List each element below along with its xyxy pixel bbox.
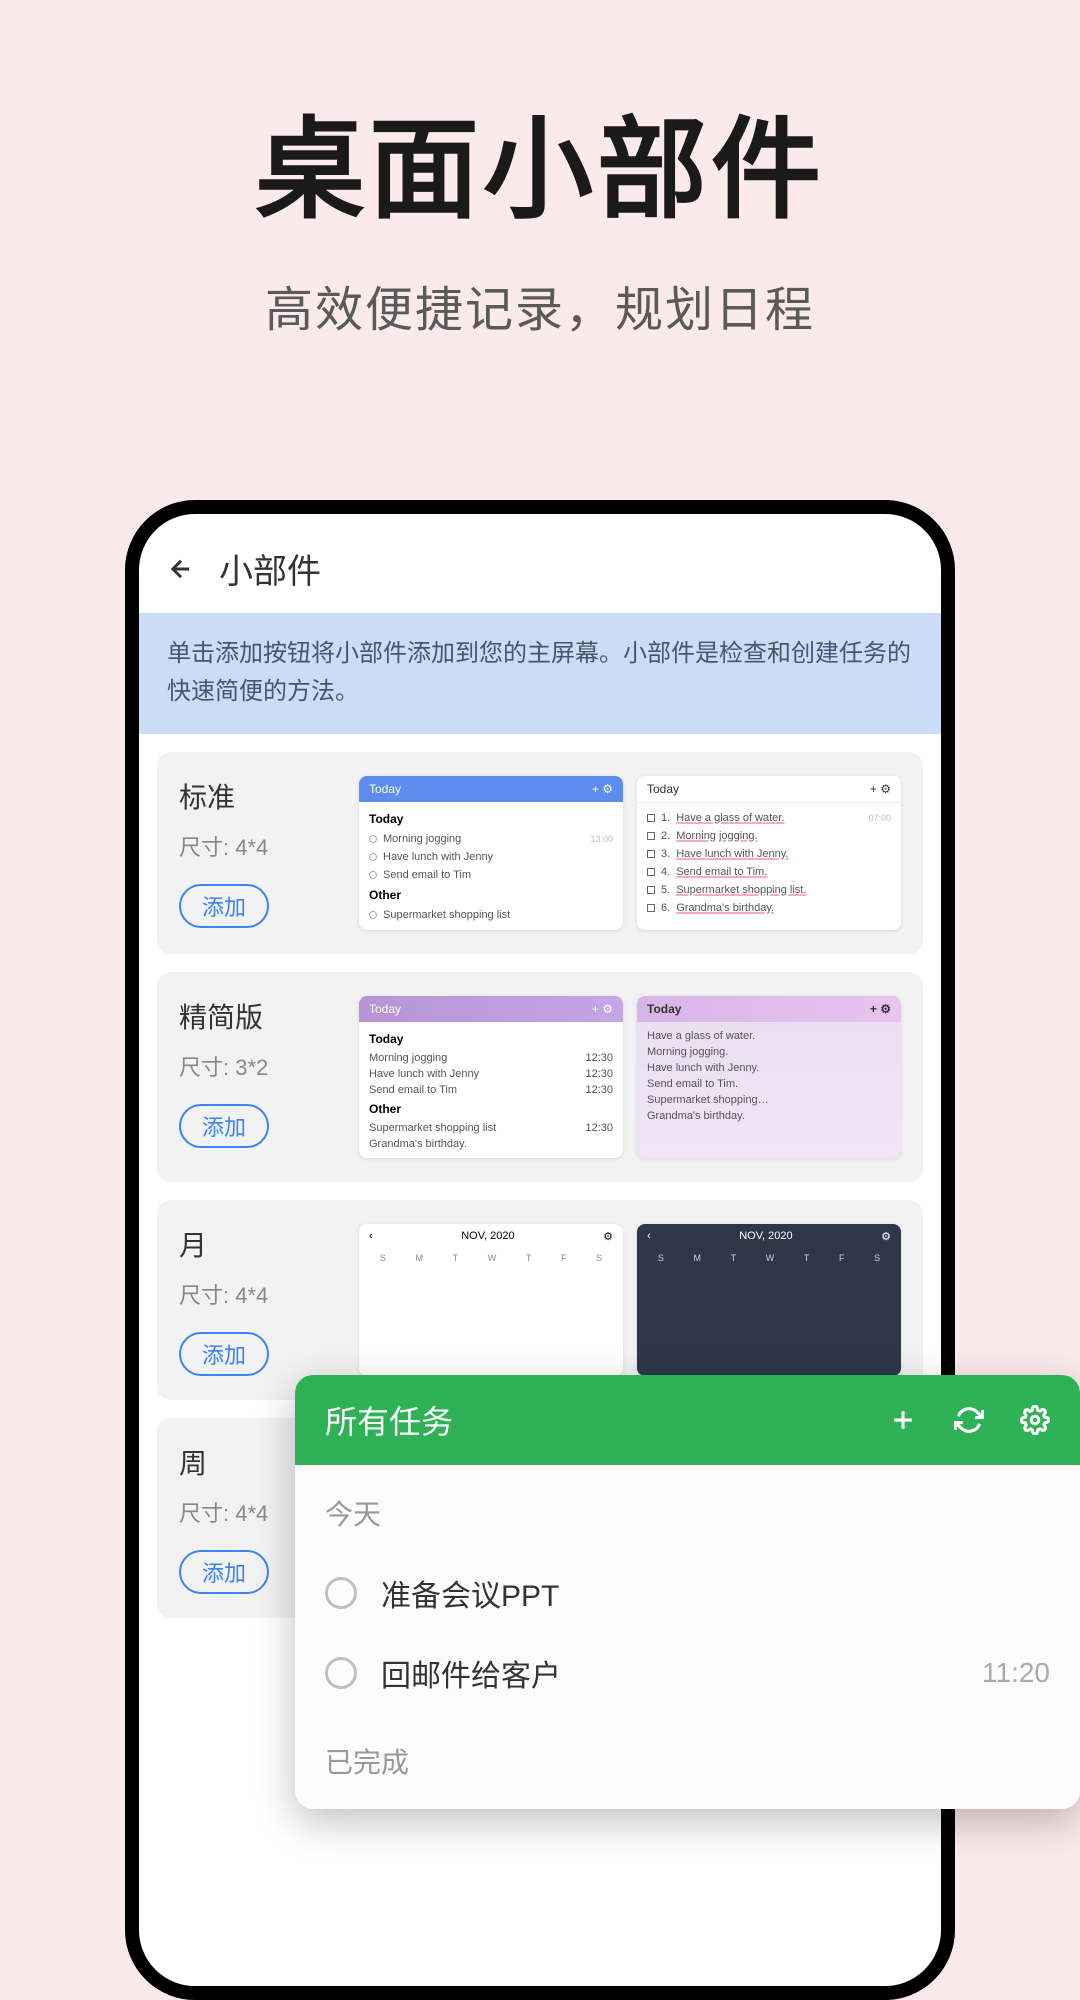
chevron-left-icon: ‹ [369,1230,373,1242]
widget-size: 尺寸: 4*4 [179,1278,339,1310]
hero-subtitle: 高效便捷记录，规划日程 [0,270,1080,340]
task-item[interactable]: 回邮件给客户 11:20 [325,1633,1050,1713]
widget-card-month: 月 尺寸: 4*4 添加 ‹NOV, 2020⚙ SMTWTFS ‹NOV, 2… [157,1200,923,1400]
widget-card-standard: 标准 尺寸: 4*4 添加 Today+ ⚙ Today Morning jog… [157,752,923,954]
chevron-left-icon: ‹ [647,1230,651,1242]
widget-preview: Today+ ⚙ Have a glass of water. Morning … [637,996,901,1158]
gear-icon: ⚙ [881,1230,891,1243]
widget-name: 标准 [179,776,339,816]
task-text: 回邮件给客户 [381,1651,958,1695]
add-button[interactable]: 添加 [179,1550,269,1594]
overlay-section-done: 已完成 [325,1741,1050,1781]
plus-gear-icons: + ⚙ [592,782,613,796]
widget-name: 月 [179,1224,339,1264]
widget-name: 精简版 [179,996,339,1036]
widget-size: 尺寸: 4*4 [179,830,339,862]
hero-title: 桌面小部件 [0,80,1080,240]
widget-preview: Today+ ⚙ Today Morning jogging13:00 Have… [359,776,623,930]
info-banner: 单击添加按钮将小部件添加到您的主屏幕。小部件是检查和创建任务的快速简便的方法。 [139,613,941,734]
app-header: 小部件 [139,514,941,613]
add-button[interactable]: 添加 [179,884,269,928]
widget-card-minimal: 精简版 尺寸: 3*2 添加 Today+ ⚙ Today Morning jo… [157,972,923,1182]
plus-gear-icons: + ⚙ [870,1002,891,1016]
gear-icon[interactable] [1020,1405,1050,1435]
refresh-icon[interactable] [954,1405,984,1435]
overlay-title: 所有任务 [325,1397,453,1443]
plus-gear-icons: + ⚙ [870,782,891,796]
widget-preview: Today+ ⚙ 1.Have a glass of water.07:00 2… [637,776,901,930]
task-item[interactable]: 准备会议PPT [325,1553,1050,1633]
gear-icon: ⚙ [603,1230,613,1243]
widget-preview: Today+ ⚙ Today Morning jogging12:30 Have… [359,996,623,1158]
widget-preview: ‹NOV, 2020⚙ SMTWTFS [637,1224,901,1376]
checkbox-icon[interactable] [325,1657,357,1689]
overlay-header: 所有任务 [295,1375,1080,1465]
widget-preview: ‹NOV, 2020⚙ SMTWTFS [359,1224,623,1376]
back-arrow-icon[interactable] [167,555,195,583]
widget-size: 尺寸: 3*2 [179,1050,339,1082]
add-button[interactable]: 添加 [179,1104,269,1148]
overlay-section-today: 今天 [325,1493,1050,1533]
checkbox-icon[interactable] [325,1577,357,1609]
task-text: 准备会议PPT [381,1571,1050,1615]
page-title: 小部件 [219,544,321,593]
task-time: 11:20 [982,1657,1050,1689]
plus-icon[interactable] [888,1405,918,1435]
add-button[interactable]: 添加 [179,1332,269,1376]
overlay-widget: 所有任务 今天 准备会议PPT 回邮件给客户 11:20 已完成 [295,1375,1080,1809]
plus-gear-icons: + ⚙ [592,1002,613,1016]
